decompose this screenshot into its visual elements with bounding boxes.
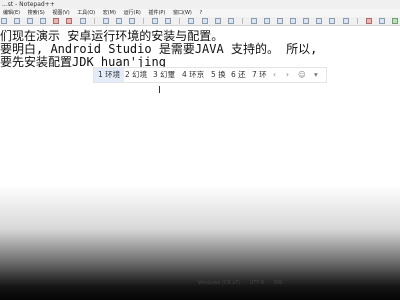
- menu-view[interactable]: 视图(V): [49, 9, 72, 17]
- save-all-icon[interactable]: [40, 18, 47, 24]
- stop-macro-icon[interactable]: [378, 18, 385, 24]
- save-icon[interactable]: [27, 18, 34, 24]
- ime-candidate-bar: 1 环境 2 幻境 3 幻璽 4 环京 5 换 6 还 7 环 ‹ › ☺ ▾: [93, 67, 327, 83]
- ime-candidate-7[interactable]: 7 环: [252, 68, 267, 82]
- toolbar: [0, 17, 400, 26]
- menu-macro[interactable]: 宏(M): [100, 9, 119, 17]
- paste-icon[interactable]: [128, 18, 135, 24]
- status-encoding: UTF-8: [249, 280, 265, 286]
- status-eol: Windows (CR LF): [198, 280, 241, 286]
- ime-next-page-icon[interactable]: ›: [286, 68, 289, 82]
- menu-tools[interactable]: 工具(O): [74, 9, 98, 17]
- print-icon[interactable]: [79, 18, 86, 24]
- ime-prev-page-icon[interactable]: ‹: [273, 68, 276, 82]
- status-bar: Windows (CR LF) UTF-8 INS: [198, 279, 398, 287]
- toolbar-divider: [143, 18, 145, 24]
- ime-menu-chevron-icon[interactable]: ▾: [314, 68, 318, 82]
- sync-scroll-icon[interactable]: [250, 18, 257, 24]
- doc-map-icon[interactable]: [316, 18, 323, 24]
- toolbar-divider: [241, 18, 243, 24]
- replace-icon[interactable]: [201, 18, 208, 24]
- ime-candidate-5[interactable]: 5 换: [211, 68, 226, 82]
- find-icon[interactable]: [188, 18, 195, 24]
- zoom-out-icon[interactable]: [227, 18, 234, 24]
- ime-candidate-1[interactable]: 1 环境: [94, 68, 125, 82]
- word-wrap-icon[interactable]: [263, 18, 270, 24]
- zoom-in-icon[interactable]: [214, 18, 221, 24]
- new-file-icon[interactable]: [1, 18, 7, 24]
- window-title: ...st - Notepad++: [2, 1, 55, 8]
- ime-candidate-3[interactable]: 3 幻璽: [153, 68, 175, 82]
- close-all-icon[interactable]: [66, 18, 73, 24]
- indent-guide-icon[interactable]: [290, 18, 297, 24]
- play-macro-icon[interactable]: [391, 18, 398, 24]
- close-icon[interactable]: [53, 18, 60, 24]
- undo-icon[interactable]: [152, 18, 159, 24]
- menu-window[interactable]: 窗口(W): [170, 9, 195, 17]
- function-list-icon[interactable]: [329, 18, 336, 24]
- record-macro-icon[interactable]: [365, 18, 372, 24]
- ime-candidate-6[interactable]: 6 还: [231, 68, 246, 82]
- menu-plugins[interactable]: 插件(P): [145, 9, 168, 17]
- cut-icon[interactable]: [102, 18, 109, 24]
- menu-edit[interactable]: 编辑(E): [0, 9, 23, 17]
- show-all-chars-icon[interactable]: [277, 18, 284, 24]
- menu-search[interactable]: 搜索(S): [25, 9, 48, 17]
- menu-help[interactable]: ?: [196, 9, 205, 17]
- ime-candidate-2[interactable]: 2 幻境: [125, 68, 147, 82]
- ime-emoji-icon[interactable]: ☺: [298, 68, 306, 82]
- folder-workspace-icon[interactable]: [342, 18, 349, 24]
- toolbar-divider: [93, 18, 95, 24]
- toolbar-divider: [179, 18, 181, 24]
- language-icon[interactable]: [303, 18, 310, 24]
- mouse-ibeam-cursor: [159, 86, 160, 93]
- menu-bar: 编辑(E) 搜索(S) 视图(V) 工具(O) 宏(M) 运行(R) 插件(P)…: [0, 9, 400, 17]
- title-bar: ...st - Notepad++: [0, 0, 400, 9]
- menu-run[interactable]: 运行(R): [121, 9, 144, 17]
- open-file-icon[interactable]: [14, 18, 21, 24]
- ime-candidate-4[interactable]: 4 环京: [182, 68, 204, 82]
- status-insert-mode: INS: [273, 280, 283, 286]
- copy-icon[interactable]: [115, 18, 122, 24]
- toolbar-divider: [356, 18, 358, 24]
- redo-icon[interactable]: [165, 18, 172, 24]
